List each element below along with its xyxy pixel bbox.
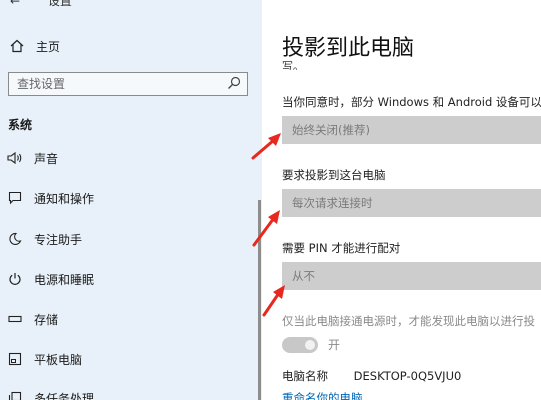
- sidebar-item-label: 多任务处理: [34, 391, 95, 400]
- subtitle-text: 写。: [282, 60, 304, 70]
- tablet-icon: [6, 350, 24, 368]
- storage-icon: [6, 310, 24, 328]
- power-note: 仅当此电脑接通电源时，才能发现此电脑以进行投: [282, 314, 535, 328]
- toggle-label: 开: [328, 338, 341, 352]
- availability-dropdown[interactable]: 始终关闭(推荐): [282, 116, 541, 144]
- sidebar-item-label: 声音: [34, 151, 59, 166]
- back-arrow-icon[interactable]: ←: [10, 0, 20, 8]
- message-icon: [6, 189, 24, 207]
- sidebar-item-home[interactable]: 主页: [8, 36, 60, 56]
- pin-label: 需要 PIN 才能进行配对: [282, 241, 401, 255]
- pc-name-label: 电脑名称: [282, 369, 328, 383]
- power-icon: [6, 270, 24, 288]
- sidebar-item-notifications[interactable]: 通知和操作: [6, 188, 94, 208]
- require-dropdown[interactable]: 每次请求连接时: [282, 189, 541, 217]
- sidebar-item-tablet[interactable]: 平板电脑: [6, 349, 82, 369]
- pin-dropdown[interactable]: 从不: [282, 262, 541, 290]
- require-label: 要求投影到这台电脑: [282, 168, 386, 182]
- sidebar-item-label: 存储: [34, 312, 59, 327]
- window-title: ← 设置: [10, 0, 72, 9]
- rename-pc-link[interactable]: 重命名你的电脑: [282, 390, 363, 400]
- speaker-icon: [6, 149, 24, 167]
- sidebar-item-label: 电源和睡眠: [34, 272, 95, 287]
- sidebar: ← 设置 主页 系统 声音 通知和操作 专注助手: [0, 0, 262, 400]
- sidebar-item-focus-assist[interactable]: 专注助手: [6, 229, 82, 249]
- projection-description: 当你同意时，部分 Windows 和 Android 设备可以投: [282, 95, 541, 109]
- toggle-knob: [305, 339, 315, 350]
- search-icon[interactable]: [227, 76, 241, 93]
- home-icon: [8, 37, 26, 55]
- sidebar-item-label: 专注助手: [34, 232, 83, 247]
- search-box[interactable]: [8, 72, 248, 96]
- section-label-system: 系统: [8, 118, 33, 132]
- sidebar-item-label: 平板电脑: [34, 352, 83, 367]
- pc-name-row: 电脑名称 DESKTOP-0Q5VJU0: [282, 368, 461, 384]
- sidebar-item-power-sleep[interactable]: 电源和睡眠: [6, 269, 94, 289]
- sidebar-scrollbar[interactable]: [258, 200, 261, 400]
- sidebar-item-storage[interactable]: 存储: [6, 309, 58, 329]
- power-toggle[interactable]: [282, 336, 318, 353]
- main-content: 投影到此电脑 写。 当你同意时，部分 Windows 和 Android 设备可…: [262, 0, 541, 400]
- sidebar-item-label: 通知和操作: [34, 191, 95, 206]
- sidebar-item-label: 主页: [36, 39, 61, 54]
- multitask-icon: [6, 389, 24, 400]
- moon-icon: [6, 230, 24, 248]
- pc-name-value: DESKTOP-0Q5VJU0: [353, 369, 462, 383]
- search-input[interactable]: [17, 77, 217, 91]
- power-toggle-row: 开: [282, 336, 340, 353]
- sidebar-item-multitasking[interactable]: 多任务处理: [6, 388, 94, 400]
- sidebar-item-sound[interactable]: 声音: [6, 148, 58, 168]
